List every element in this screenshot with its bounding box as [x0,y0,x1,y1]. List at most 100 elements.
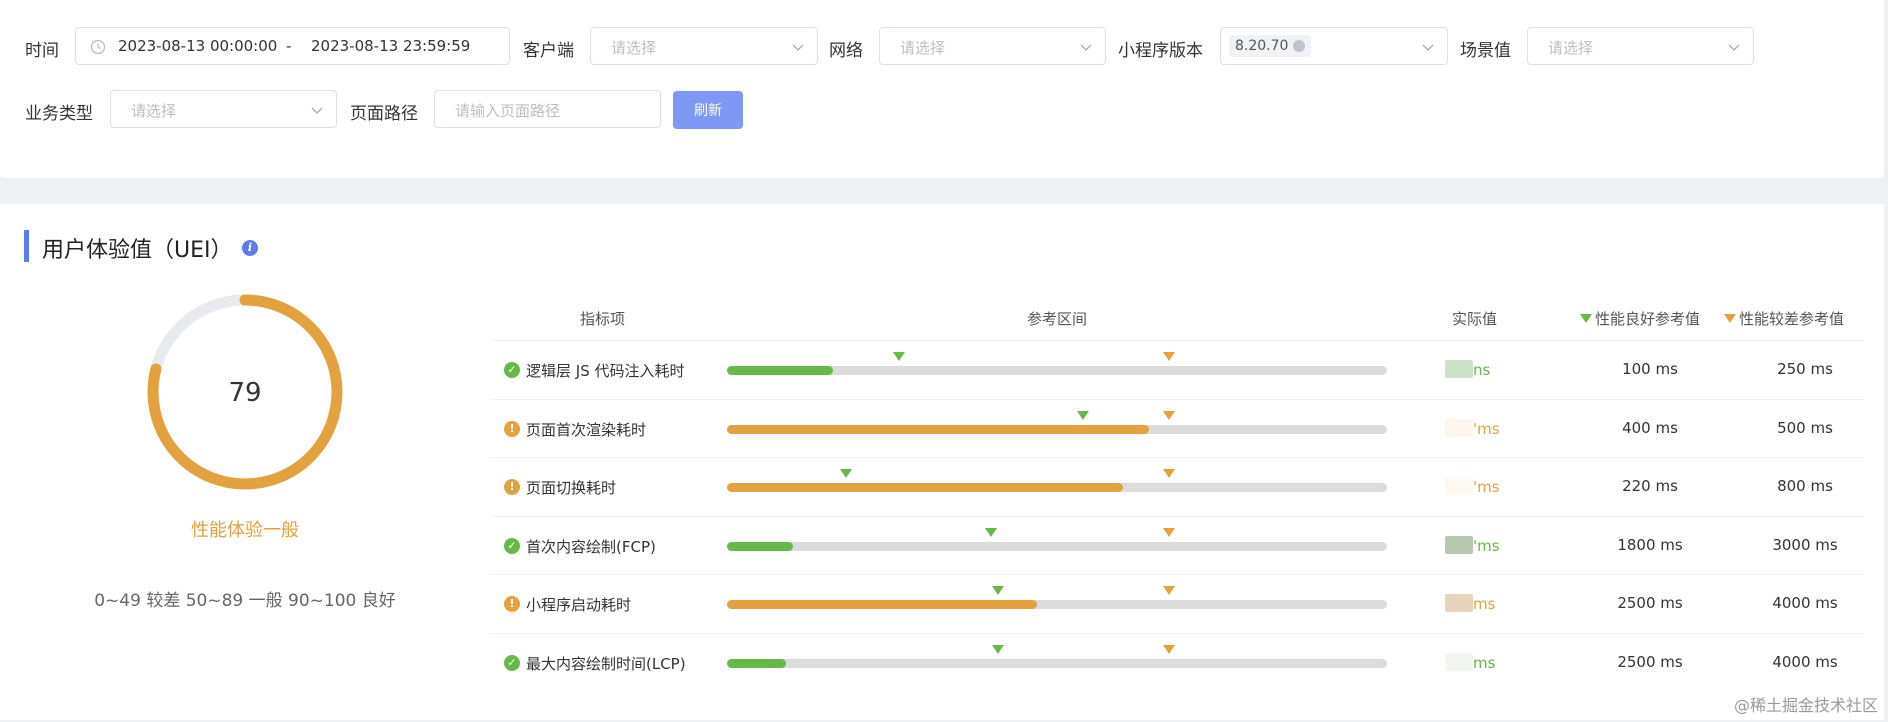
range-bar [727,410,1387,434]
good-marker-icon [1580,314,1592,323]
bad-ref-value: 500 ms [1777,418,1833,437]
start-time[interactable]: 2023-08-13 00:00:00 [118,37,277,55]
uei-grade: 性能体验一般 [191,520,299,541]
table-row: ! 小程序启动耗时 ms 2500 ms 4000 ms [490,574,1864,633]
close-icon[interactable] [1293,40,1306,52]
actual-value: 'ms [1445,535,1500,555]
good-threshold-marker [991,586,1004,595]
metric-name: 小程序启动耗时 [526,596,632,614]
bad-ref-value: 4000 ms [1772,652,1838,671]
network-placeholder: 请选择 [900,39,946,57]
range-separator: - [286,37,292,55]
good-ref-value: 220 ms [1622,477,1678,495]
good-threshold-marker [892,352,905,361]
end-time[interactable]: 2023-08-13 23:59:59 [311,37,470,55]
chevron-down-icon [1422,44,1434,51]
score-legend: 0~49 较差 50~89 一般 90~100 良好 [94,591,396,611]
redacted-value [1445,418,1473,437]
version-select[interactable]: 8.20.70 [1220,27,1448,65]
biz-type-placeholder: 请选择 [131,102,177,120]
redacted-value [1445,360,1473,378]
good-ref-value: 1800 ms [1617,535,1683,554]
scene-label: 场景值 [1460,41,1511,61]
bad-threshold-marker [1163,410,1176,420]
client-placeholder: 请选择 [611,39,657,57]
header-bad-ref: 性能较差参考值 [1724,308,1844,329]
redacted-value [1445,477,1473,495]
bad-threshold-marker [1163,644,1176,654]
date-range-picker[interactable]: 2023-08-13 00:00:00 - 2023-08-13 23:59:5… [75,27,510,65]
metric-name: 页面首次渲染耗时 [526,420,647,439]
network-select[interactable]: 请选择 [879,27,1106,65]
bad-ref-value: 800 ms [1777,477,1833,495]
range-bar-fill [727,658,787,668]
scene-select[interactable]: 请选择 [1527,27,1754,65]
bad-threshold-marker [1163,469,1176,478]
chevron-down-icon [792,44,804,51]
metric-name: 页面切换耗时 [526,479,617,497]
biz-type-select[interactable]: 请选择 [110,90,337,128]
actual-value: ms [1445,594,1495,613]
good-ref-value: 100 ms [1622,360,1678,378]
metric-name: 最大内容绘制时间(LCP) [526,654,686,673]
biz-type-label: 业务类型 [25,104,93,124]
table-row: ✓ 逻辑层 JS 代码注入耗时 ns 100 ms 250 ms [490,340,1864,399]
range-bar-fill [727,541,793,551]
range-bar [727,586,1387,609]
warning-circle-icon: ! [504,420,520,437]
good-threshold-marker [985,527,997,537]
version-tag-text: 8.20.70 [1235,38,1289,54]
chevron-down-icon [1080,44,1092,51]
warning-circle-icon: ! [504,479,520,495]
header-metric: 指标项 [580,310,626,328]
clock-icon [90,39,106,55]
table-row: ✓ 首次内容绘制(FCP) 'ms 1800 ms 3000 ms [490,515,1864,575]
bad-ref-value: 250 ms [1777,360,1833,378]
version-tag[interactable]: 8.20.70 [1229,35,1312,57]
bad-ref-value: 3000 ms [1772,535,1838,554]
check-circle-icon: ✓ [504,537,520,554]
range-bar-fill [727,600,1038,609]
scene-placeholder: 请选择 [1548,39,1594,57]
redacted-value [1445,535,1473,554]
metric-name: 逻辑层 JS 代码注入耗时 [526,362,685,380]
bad-ref-value: 4000 ms [1772,594,1838,612]
header-actual: 实际值 [1452,310,1498,328]
header-good-ref: 性能良好参考值 [1580,308,1700,329]
client-select[interactable]: 请选择 [590,27,818,65]
version-label: 小程序版本 [1118,41,1203,61]
table-row: ! 页面首次渲染耗时 'ms 400 ms 500 ms [490,398,1864,458]
page-path-input[interactable]: 请输入页面路径 [434,90,661,128]
check-circle-icon: ✓ [504,362,520,378]
info-icon[interactable]: i [242,240,258,256]
network-label: 网络 [829,41,863,61]
time-label: 时间 [25,41,59,61]
range-bar-fill [727,483,1123,492]
uei-score: 79 [228,378,262,408]
bad-marker-icon [1724,314,1736,323]
range-bar [727,352,1387,375]
actual-value: ms [1445,652,1495,672]
redacted-value [1445,594,1473,612]
bad-threshold-marker [1163,527,1176,537]
page-path-label: 页面路径 [350,104,418,124]
warning-circle-icon: ! [504,596,520,612]
table-row: ! 页面切换耗时 'ms 220 ms 800 ms [490,457,1864,516]
metric-name: 首次内容绘制(FCP) [526,537,656,556]
good-threshold-marker [1077,410,1090,420]
bad-threshold-marker [1163,352,1176,361]
range-bar [727,644,1387,668]
page-path-placeholder: 请输入页面路径 [455,102,561,120]
chevron-down-icon [311,107,323,114]
watermark: @稀土掘金技术社区 [1733,696,1878,715]
header-range: 参考区间 [1027,310,1088,328]
good-threshold-marker [991,644,1004,654]
bad-threshold-marker [1163,586,1176,595]
redacted-value [1445,652,1473,671]
uei-title: 用户体验值（UEI） [42,238,233,263]
table-row: ✓ 最大内容绘制时间(LCP) ms 2500 ms 4000 ms [490,632,1864,692]
title-accent-bar [24,230,29,262]
range-bar-fill [727,366,833,375]
actual-value: 'ms [1445,477,1500,496]
refresh-button[interactable]: 刷新 [673,91,743,129]
